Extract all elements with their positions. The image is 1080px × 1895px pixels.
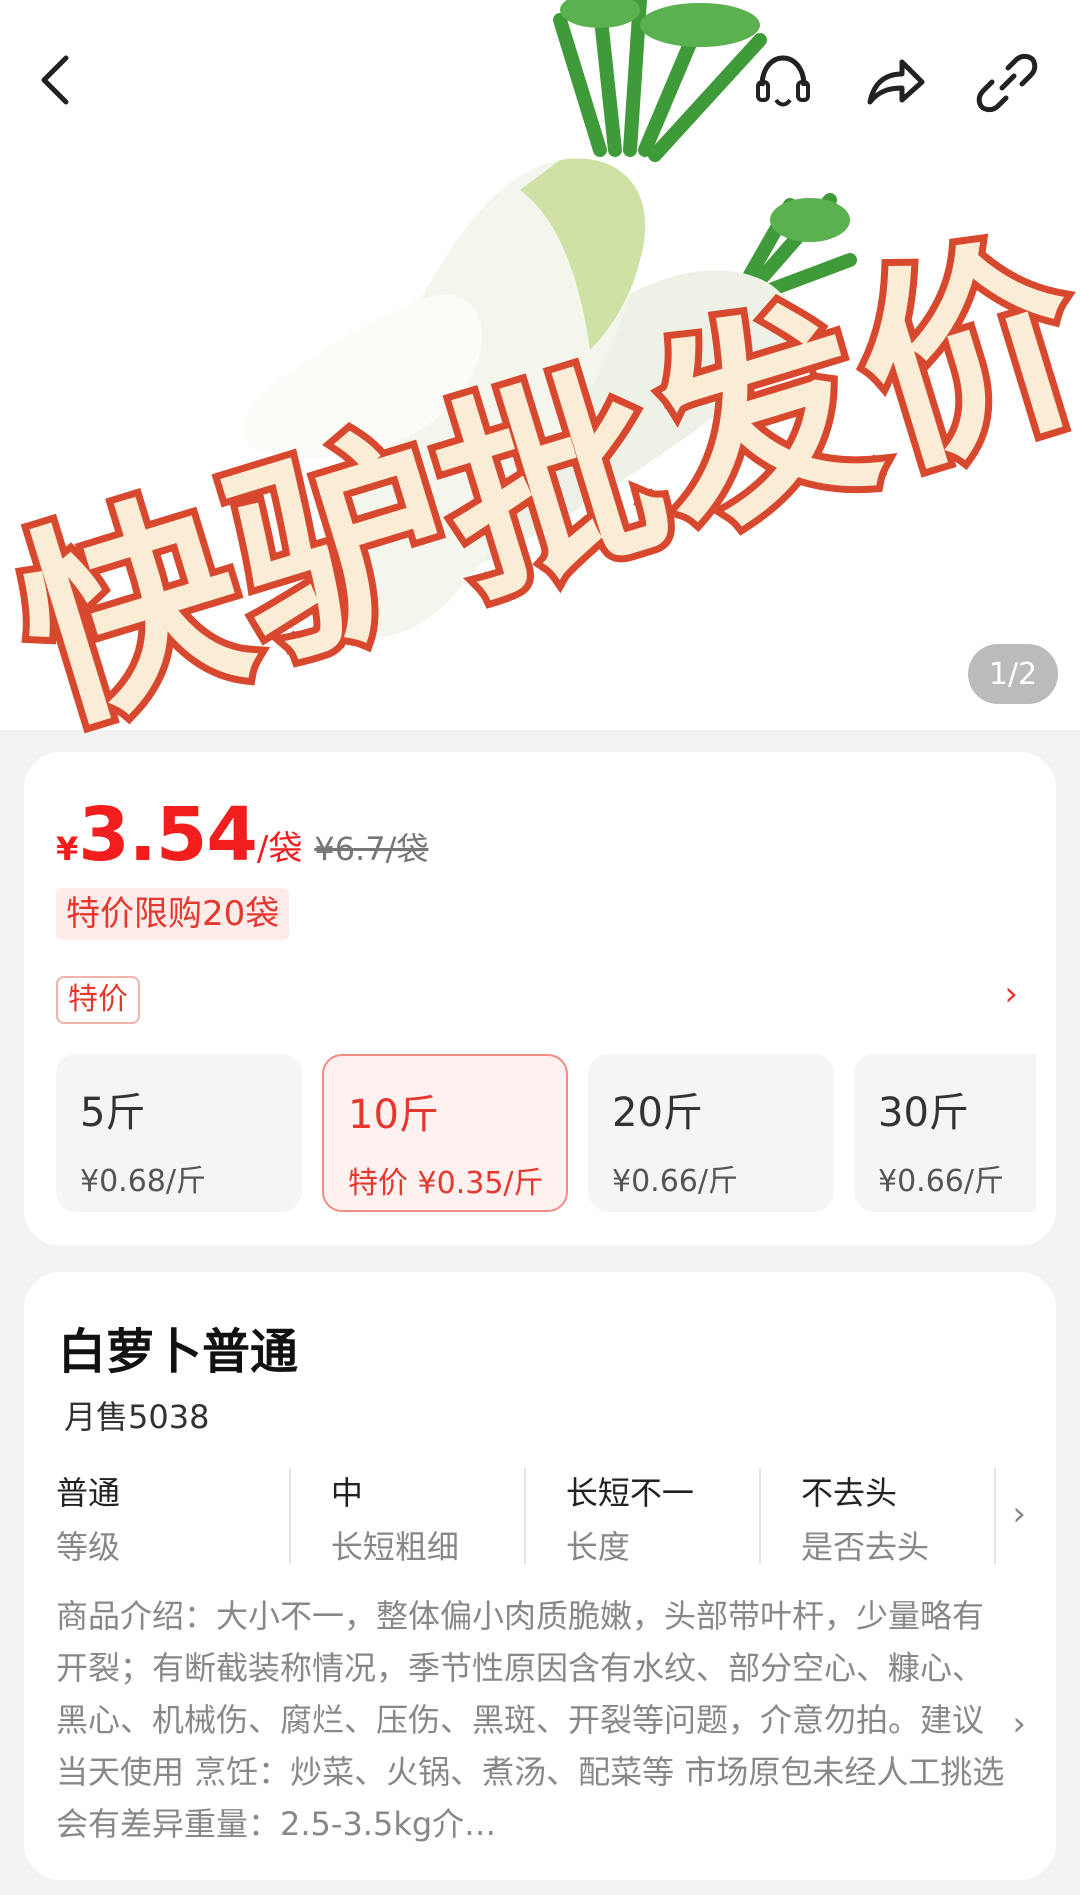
attributes-row[interactable]: 普通 等级 中 长短粗细 长短不一 长度 不去头 是否去头 (56, 1468, 996, 1566)
attribute-value: 不去头 (800, 1474, 897, 1512)
product-image[interactable]: 1/2 (0, 0, 1080, 730)
attribute-head-removed: 不去头 是否去头 (761, 1468, 996, 1566)
share-button[interactable] (862, 50, 942, 130)
attribute-value: 长短不一 (565, 1474, 694, 1512)
chevron-left-icon (41, 55, 69, 105)
spec-weight: 30斤 (878, 1090, 969, 1136)
spec-price: 特价 ¥0.35/斤 (348, 1166, 544, 1201)
customer-service-button[interactable] (750, 50, 830, 130)
price-card: ¥ 3.54 /袋 ¥6.7/袋 特价限购20袋 特价 › 5斤 ¥0.68/斤… (24, 752, 1056, 1246)
share-arrow-icon (867, 59, 925, 105)
attribute-key: 是否去头 (800, 1528, 929, 1566)
attribute-key: 等级 (56, 1528, 121, 1566)
spec-price: ¥0.68/斤 (80, 1164, 206, 1199)
chevron-right-icon[interactable]: › (1012, 1704, 1026, 1744)
copy-link-button[interactable] (974, 50, 1054, 130)
attribute-grade: 普通 等级 (56, 1468, 291, 1566)
image-page-indicator: 1/2 (968, 644, 1058, 704)
spec-price: ¥0.66/斤 (878, 1164, 1004, 1199)
product-info-card: 白萝卜普通 月售5038 普通 等级 中 长短粗细 长短不一 长度 不去头 是否… (24, 1272, 1056, 1880)
spec-option-20jin[interactable]: 20斤 ¥0.66/斤 (588, 1054, 834, 1212)
spec-price: ¥0.66/斤 (612, 1164, 738, 1199)
spec-weight: 5斤 (80, 1090, 146, 1136)
attribute-key: 长短粗细 (330, 1528, 459, 1566)
spec-options: 5斤 ¥0.68/斤 10斤 特价 ¥0.35/斤 20斤 ¥0.66/斤 30… (56, 752, 1036, 1246)
spec-option-30jin[interactable]: 30斤 ¥0.66/斤 (854, 1054, 1036, 1212)
spec-option-10jin[interactable]: 10斤 特价 ¥0.35/斤 (322, 1054, 568, 1212)
headset-icon (756, 55, 810, 107)
attribute-size: 中 长短粗细 (291, 1468, 526, 1566)
monthly-sales: 月售5038 (64, 1398, 210, 1436)
attribute-value: 普通 (56, 1474, 121, 1512)
attribute-value: 中 (330, 1474, 363, 1512)
attribute-length: 长短不一 长度 (526, 1468, 761, 1566)
chevron-right-icon[interactable]: › (1012, 1494, 1026, 1534)
spec-weight: 10斤 (348, 1092, 439, 1138)
spec-weight: 20斤 (612, 1090, 703, 1136)
spec-option-5jin[interactable]: 5斤 ¥0.68/斤 (56, 1054, 302, 1212)
product-description[interactable]: 商品介绍：大小不一，整体偏小肉质脆嫩，头部带叶杆，少量略有开裂；有断截装称情况，… (56, 1590, 1006, 1850)
attribute-key: 长度 (565, 1528, 630, 1566)
back-button[interactable] (32, 50, 112, 130)
product-title: 白萝卜普通 (58, 1324, 299, 1380)
link-icon (976, 53, 1038, 113)
